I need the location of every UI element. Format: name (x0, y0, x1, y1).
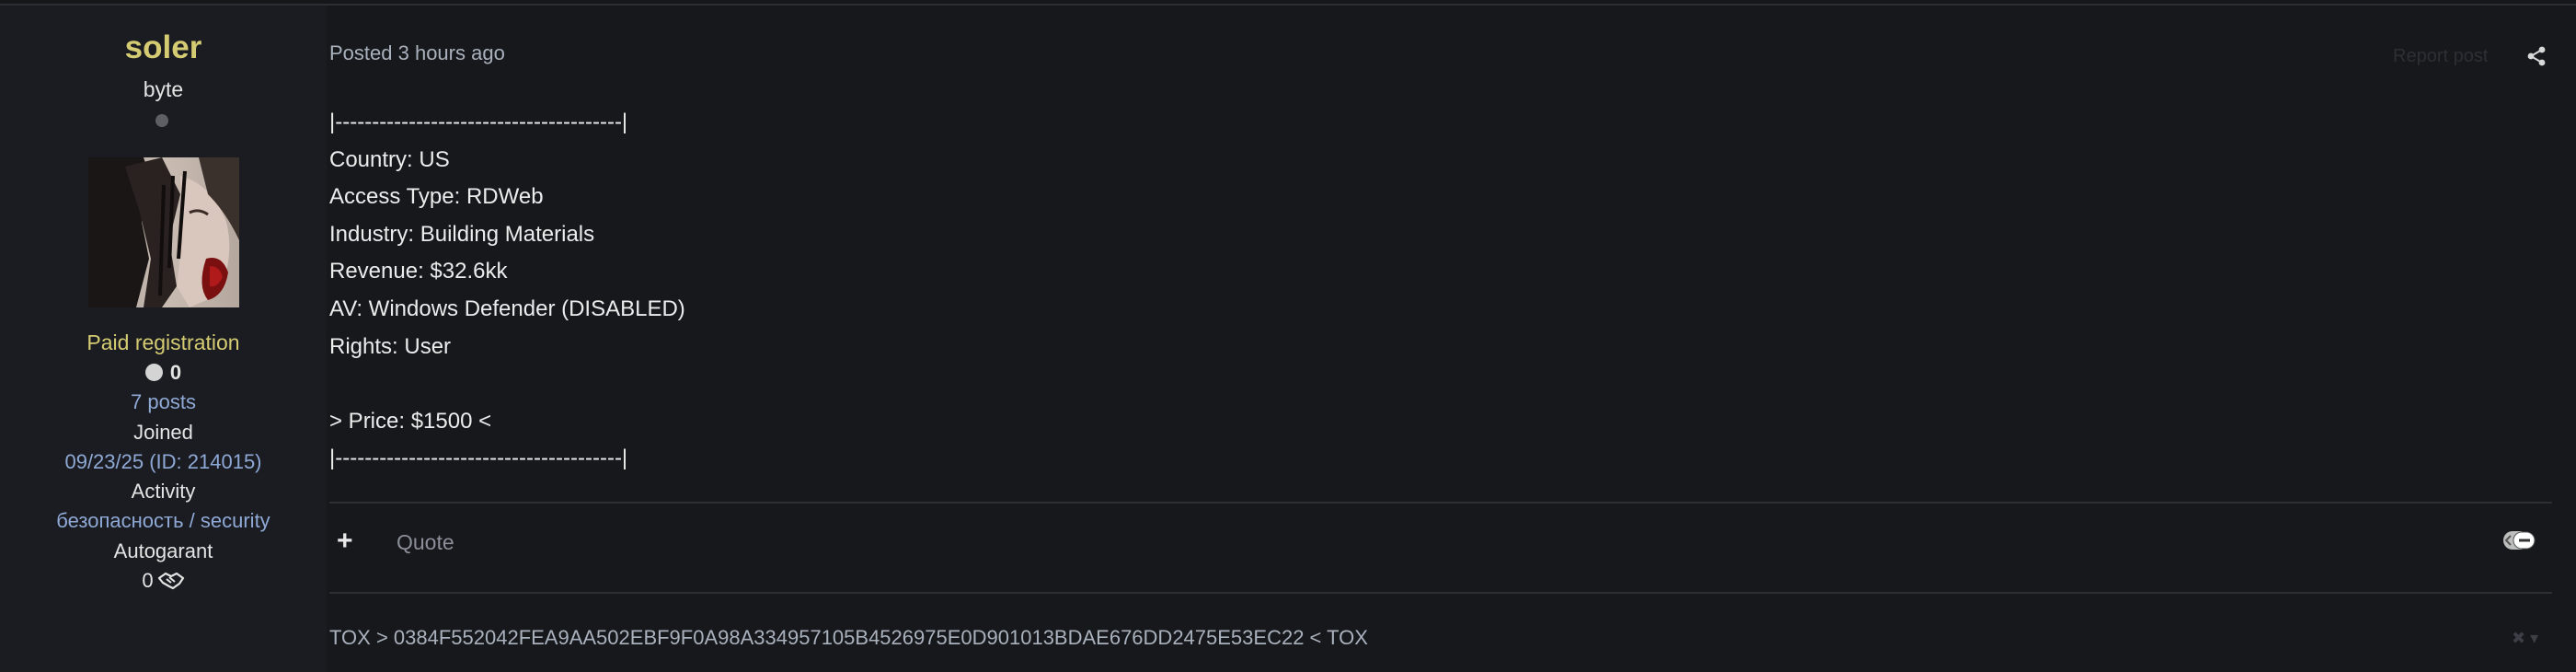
autogarant-value: 0 (0, 567, 327, 598)
post-body-line: Revenue: $32.6kk (329, 259, 508, 284)
share-icon[interactable] (2526, 46, 2547, 71)
avatar-image (88, 157, 239, 307)
autogarant-count: 0 (142, 569, 154, 592)
post-body-line: Rights: User (329, 333, 452, 359)
reputation-value: 0 (169, 361, 182, 384)
author-reputation: 0 (0, 359, 327, 387)
handshake-icon (157, 571, 185, 598)
author-group: Paid registration (86, 330, 240, 354)
post-timestamp[interactable]: Posted 3 hours ago (329, 41, 505, 66)
post-body-line: AV: Windows Defender (DISABLED) (329, 295, 685, 321)
autogarant-label: Autogarant (113, 539, 213, 562)
activity-label: Activity (131, 480, 196, 503)
offline-status-icon (155, 114, 168, 127)
joined-value: 09/23/25 (ID: 214015) (64, 450, 262, 473)
author-signature: TOX > 0384F552042FEA9AA502EBF9F0A98A3349… (329, 626, 1368, 649)
post-body-line: > Price: $1500 < (329, 408, 492, 434)
author-post-count[interactable]: 7 posts (0, 388, 327, 416)
author-username[interactable]: soler (0, 28, 327, 68)
post-actions-divider (329, 502, 2552, 504)
quote-button[interactable]: Quote (397, 528, 454, 556)
post-body: |---------------------------------------… (329, 104, 685, 478)
post-body-line: Access Type: RDWeb (329, 184, 544, 210)
signature-divider (329, 592, 2552, 594)
post-body-line: ​ (329, 365, 685, 403)
post-body-line: Industry: Building Materials (329, 221, 595, 247)
post-body-line: |---------------------------------------… (329, 110, 628, 134)
add-reaction-button[interactable]: + (337, 527, 353, 555)
signature-hide-control[interactable]: ✖ ▾ (2512, 628, 2538, 648)
joined-label: Joined (133, 421, 193, 444)
report-post-link[interactable]: Report post (2393, 44, 2488, 68)
activity-value[interactable]: безопасность / security (0, 507, 327, 535)
author-rank: byte (143, 77, 184, 101)
author-avatar[interactable] (88, 157, 239, 307)
multiquote-icon[interactable] (2502, 528, 2536, 557)
post-body-line: |---------------------------------------… (329, 446, 628, 471)
post-body-line: Country: US (329, 146, 450, 172)
reputation-circle-icon (144, 364, 163, 381)
